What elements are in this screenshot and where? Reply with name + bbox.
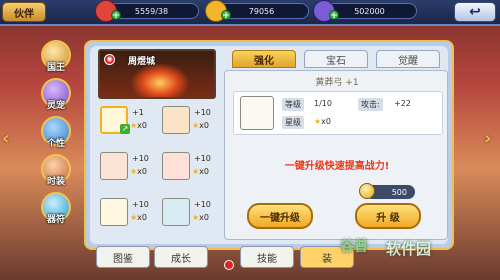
rail-label: 灵宠 [46, 101, 65, 111]
equip-slot-armor[interactable]: +10 ★x0 [160, 104, 220, 136]
resource-gold: + 79056 [205, 0, 309, 22]
rail-item-rune[interactable]: 器符 [38, 192, 74, 228]
add-health-button[interactable]: + [111, 10, 121, 21]
equip-slot-necklace[interactable]: +10 ★x0 [98, 196, 158, 228]
rail-label: 个性 [46, 139, 65, 149]
one-click-upgrade-button[interactable]: 一键升级 [247, 203, 313, 229]
attack-value: +22 [394, 99, 411, 108]
next-arrow-icon[interactable]: › [484, 128, 491, 149]
upgrade-button[interactable]: 升 级 [355, 203, 421, 229]
slot-plus: +1 [132, 108, 144, 117]
rail-item-personality[interactable]: 个性 [38, 116, 74, 152]
slot-plus: +10 [132, 200, 149, 209]
hero-badge-icon: ◉ [104, 54, 115, 65]
slot-plus: +10 [194, 200, 211, 209]
equipment-grid: ↗ +1 ★x0 +10 ★x0 +10 ★x0 +10 ★x0 +10 ★x0… [98, 104, 218, 239]
rail-label: 国王 [46, 63, 65, 73]
rail-item-costume[interactable]: 时装 [38, 154, 74, 190]
watermark: 谷普 软件园 [340, 232, 490, 262]
add-gold-button[interactable]: + [221, 10, 231, 21]
resource-value: 79056 [248, 6, 275, 16]
hero-name: 周煜城 [128, 57, 156, 67]
slot-plus: +10 [194, 108, 211, 117]
left-rail: 国王 灵宠 个性 时装 器符 [38, 40, 76, 240]
gold-coin-icon [359, 183, 375, 199]
page-title: 伙伴 [2, 2, 46, 22]
armor-icon [162, 106, 190, 134]
tab-collection[interactable]: 图鉴 [96, 246, 150, 268]
equip-slot-book[interactable]: +10 ★x0 [160, 196, 220, 228]
equip-slot-bracelet[interactable]: +10 ★x0 [98, 150, 158, 182]
resource-value: 5559/38 [134, 6, 169, 16]
slot-stars: ★x0 [192, 213, 209, 222]
tab-enhance[interactable]: 强化 [232, 50, 296, 68]
top-bar: 伙伴 + 5559/38 + 79056 + 502000 ↩ [0, 0, 500, 26]
gold-cost: 500 [359, 183, 415, 199]
item-title: 黄莽弓 +1 [315, 78, 359, 88]
rail-label: 器符 [46, 215, 65, 225]
resource-gem: + 502000 [313, 0, 417, 22]
detail-panel: 黄莽弓 +1 等级 1/10 攻击: +22 星级 ★x0 一键升级快速提高战力… [224, 70, 448, 240]
prev-arrow-icon[interactable]: ‹ [2, 128, 9, 149]
level-key: 等级 [282, 98, 304, 111]
resource-value: 502000 [354, 6, 385, 16]
slot-stars: ★x0 [192, 167, 209, 176]
hero-portrait [130, 63, 190, 97]
rail-label: 时装 [46, 177, 65, 187]
rail-item-king[interactable]: 国王 [38, 40, 74, 76]
watermark-logo: 谷普 [340, 239, 368, 255]
upgrade-arrow-icon: ↗ [120, 124, 130, 134]
star-key: 星级 [282, 116, 304, 129]
watermark-text: 软件园 [386, 240, 432, 258]
rail-item-pet[interactable]: 灵宠 [38, 78, 74, 114]
back-button[interactable]: ↩ [454, 2, 496, 22]
back-arrow-icon: ↩ [469, 4, 481, 20]
necklace-icon [100, 198, 128, 226]
hero-card: ◉ 周煜城 [98, 49, 216, 99]
equip-slot-ring[interactable]: +10 ★x0 [160, 150, 220, 182]
slot-stars: ★x0 [130, 213, 147, 222]
book-icon [162, 198, 190, 226]
resource-health: + 5559/38 [95, 0, 199, 22]
level-value: 1/10 [314, 99, 332, 108]
slot-stars: ★x0 [130, 121, 147, 130]
bracelet-icon [100, 152, 128, 180]
tab-skills[interactable]: 技能 [240, 246, 294, 268]
tab-growth[interactable]: 成长 [154, 246, 208, 268]
upgrade-tabs: 强化 宝石 觉醒 [232, 50, 450, 68]
slot-plus: +10 [132, 154, 149, 163]
add-gem-button[interactable]: + [329, 10, 339, 21]
slot-plus: +10 [194, 154, 211, 163]
item-info-box: 等级 1/10 攻击: +22 星级 ★x0 [233, 91, 443, 135]
star-value: ★x0 [314, 117, 331, 126]
equip-slot-bow[interactable]: ↗ +1 ★x0 [98, 104, 158, 136]
ring-icon [162, 152, 190, 180]
bow-icon [240, 96, 274, 130]
tab-awaken[interactable]: 觉醒 [376, 50, 440, 68]
attack-key: 攻击: [358, 98, 383, 111]
notification-dot [224, 260, 234, 270]
promo-text: 一键升级快速提高战力! [284, 161, 390, 172]
slot-stars: ★x0 [192, 121, 209, 130]
slot-stars: ★x0 [130, 167, 147, 176]
tab-gem[interactable]: 宝石 [304, 50, 368, 68]
